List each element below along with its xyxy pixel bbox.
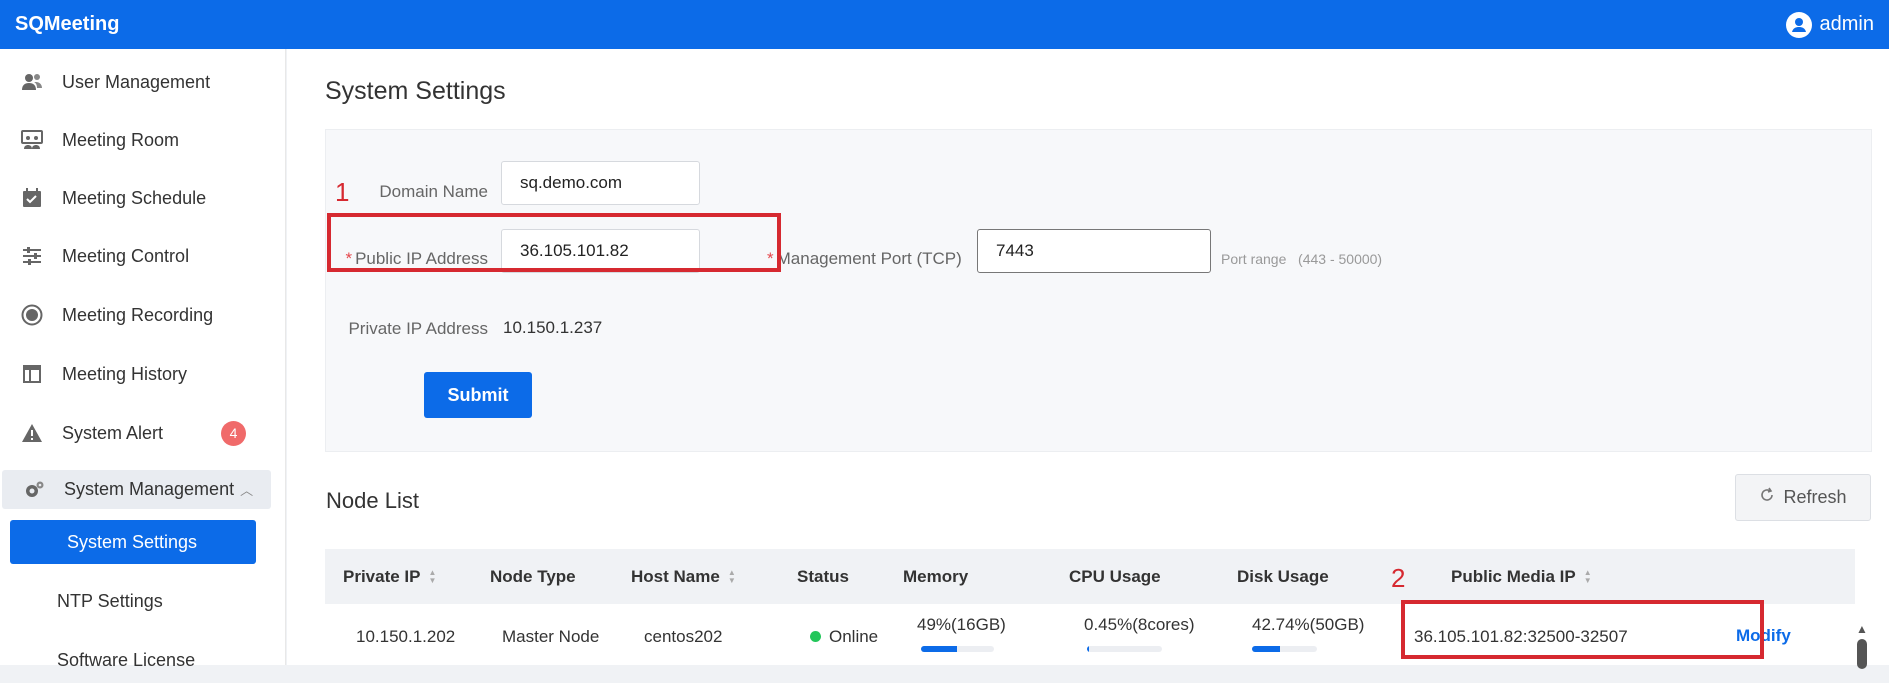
user-menu[interactable]: admin bbox=[1785, 11, 1874, 38]
user-avatar-icon bbox=[1785, 11, 1812, 38]
record-icon bbox=[20, 303, 44, 327]
row-node-type: Master Node bbox=[502, 627, 600, 646]
private-ip-value: 10.150.1.237 bbox=[503, 318, 603, 337]
memory-usage-bar bbox=[921, 646, 994, 652]
top-bar: SQMeeting admin bbox=[0, 0, 1889, 49]
sort-icon[interactable]: ▲ ▼ bbox=[429, 569, 437, 585]
users-icon bbox=[20, 70, 44, 94]
domain-name-label: Domain Name bbox=[379, 182, 488, 201]
row-cpu-usage: 0.45%(8cores) bbox=[1084, 615, 1195, 634]
refresh-icon bbox=[1759, 487, 1775, 508]
col-host-name[interactable]: Host Name ▲ ▼ bbox=[631, 567, 736, 587]
col-status: Status bbox=[797, 567, 849, 586]
row-private-ip: 10.150.1.202 bbox=[356, 627, 456, 646]
sidebar-item-system-alert[interactable]: System Alert 4 bbox=[0, 410, 286, 456]
sidebar-item-ntp-settings[interactable]: NTP Settings bbox=[0, 578, 286, 624]
sort-icon[interactable]: ▲ ▼ bbox=[1584, 569, 1592, 585]
row-disk-usage: 42.74%(50GB) bbox=[1252, 615, 1365, 634]
col-memory: Memory bbox=[903, 567, 969, 586]
page-title: System Settings bbox=[325, 77, 506, 105]
submit-button[interactable]: Submit bbox=[424, 372, 532, 418]
row-host-name: centos202 bbox=[644, 627, 723, 646]
sidebar: User Management Meeting Room Meeting Sch… bbox=[0, 49, 286, 670]
management-port-input[interactable]: 7443 bbox=[977, 229, 1211, 273]
online-status-dot bbox=[810, 631, 821, 642]
calendar-check-icon bbox=[20, 186, 44, 210]
col-node-type: Node Type bbox=[490, 567, 576, 586]
highlight-public-media-ip bbox=[1401, 600, 1764, 659]
col-cpu-usage: CPU Usage bbox=[1069, 567, 1161, 586]
col-disk-usage: Disk Usage bbox=[1237, 567, 1329, 586]
sidebar-item-user-management[interactable]: User Management bbox=[0, 59, 286, 105]
memory-usage-fill bbox=[921, 646, 957, 652]
sort-icon[interactable]: ▲ ▼ bbox=[728, 569, 736, 585]
private-ip-label: Private IP Address bbox=[348, 319, 488, 338]
col-private-ip[interactable]: Private IP ▲ ▼ bbox=[343, 567, 436, 587]
sidebar-item-software-license[interactable]: Software License bbox=[0, 637, 286, 683]
sidebar-item-meeting-room[interactable]: Meeting Room bbox=[0, 117, 286, 163]
col-public-media-ip[interactable]: Public Media IP ▲ ▼ bbox=[1451, 567, 1592, 587]
port-range-hint: Port range (443 - 50000) bbox=[1221, 251, 1383, 267]
management-port-label: * Management Port (TCP) bbox=[767, 249, 962, 268]
main-content: System Settings Domain Name sq.demo.com … bbox=[287, 49, 1889, 669]
sidebar-item-meeting-schedule[interactable]: Meeting Schedule bbox=[0, 175, 286, 221]
sidebar-item-meeting-recording[interactable]: Meeting Recording bbox=[0, 292, 286, 338]
app-title: SQMeeting bbox=[15, 13, 120, 35]
scroll-up-icon[interactable]: ▲ bbox=[1856, 622, 1868, 636]
sliders-icon bbox=[20, 244, 44, 268]
settings-form: Domain Name sq.demo.com * Public IP Addre… bbox=[325, 129, 1872, 452]
cpu-usage-bar bbox=[1087, 646, 1162, 652]
node-table-header: Private IP ▲ ▼ Node Type Host Name ▲ ▼ Statu… bbox=[325, 549, 1855, 604]
user-name: admin bbox=[1819, 13, 1874, 35]
row-status: Online bbox=[810, 627, 878, 647]
warning-icon bbox=[20, 421, 44, 445]
refresh-button[interactable]: Refresh bbox=[1735, 474, 1871, 521]
domain-name-input[interactable]: sq.demo.com bbox=[501, 161, 700, 205]
disk-usage-fill bbox=[1252, 646, 1280, 652]
annotation-mark-2: 2 bbox=[1391, 563, 1406, 593]
sidebar-item-meeting-history[interactable]: Meeting History bbox=[0, 351, 286, 397]
node-list-title: Node List bbox=[326, 488, 419, 513]
sidebar-group-system-management[interactable]: System Management ︿ bbox=[2, 470, 271, 509]
row-memory: 49%(16GB) bbox=[917, 615, 1006, 634]
sidebar-item-meeting-control[interactable]: Meeting Control bbox=[0, 233, 286, 279]
annotation-mark-1: 1 bbox=[335, 177, 350, 207]
cpu-usage-fill bbox=[1087, 646, 1089, 652]
history-table-icon bbox=[20, 362, 44, 386]
alert-count-badge: 4 bbox=[221, 420, 246, 446]
highlight-public-ip bbox=[327, 213, 781, 272]
gears-icon bbox=[22, 478, 46, 502]
disk-usage-bar bbox=[1252, 646, 1317, 652]
sidebar-item-system-settings[interactable]: System Settings bbox=[10, 520, 256, 564]
meeting-room-icon bbox=[20, 128, 44, 152]
chevron-up-icon: ︿ bbox=[240, 483, 254, 498]
